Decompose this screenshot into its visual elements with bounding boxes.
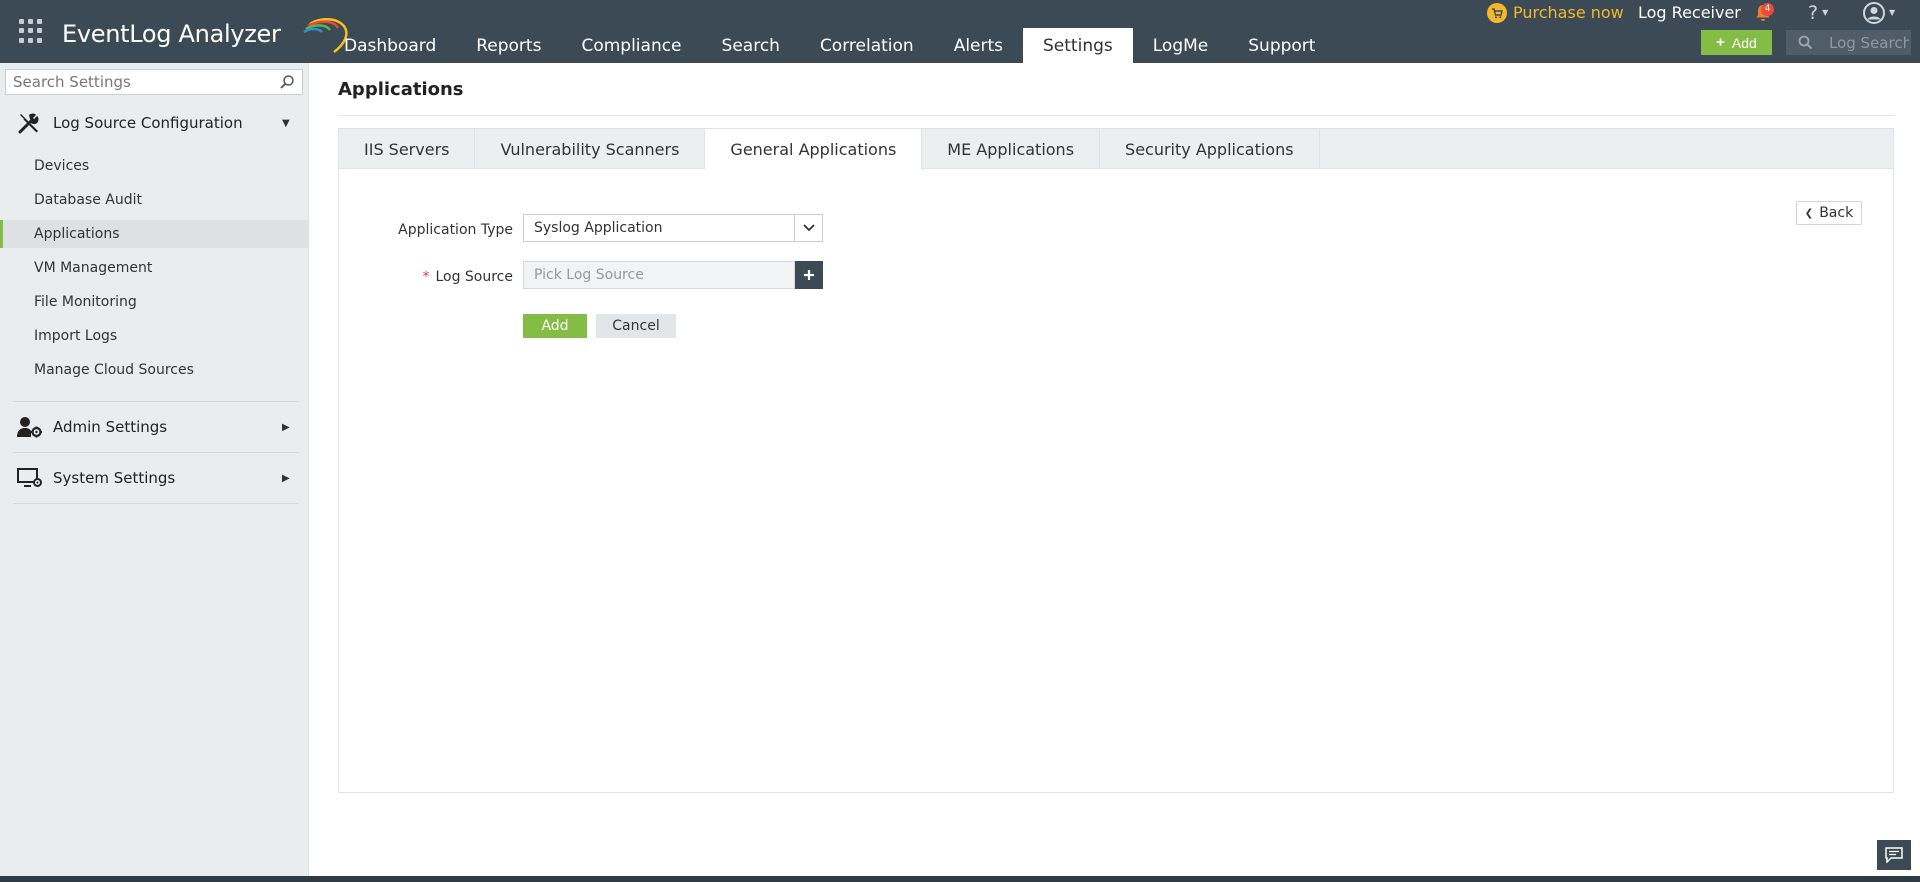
log-search-box[interactable] <box>1786 30 1911 55</box>
sidebar-group-log-source-configuration[interactable]: Log Source Configuration ▼ <box>0 98 309 148</box>
sidebar-item-devices[interactable]: Devices <box>0 152 309 180</box>
chevron-down-icon: ▼ <box>1822 8 1829 17</box>
caret-down-icon: ▼ <box>282 117 290 129</box>
back-button[interactable]: ❮ Back <box>1796 201 1862 225</box>
sidebar-group-label: System Settings <box>53 469 176 487</box>
top-bar: EventLog Analyzer Dashboard Reports Comp… <box>0 0 1920 63</box>
top-add-label: Add <box>1731 34 1757 51</box>
sidebar-item-database-audit[interactable]: Database Audit <box>0 186 309 214</box>
chevron-down-icon: ▼ <box>1889 8 1896 17</box>
settings-search-box[interactable] <box>5 69 303 95</box>
monitor-gear-icon <box>17 468 42 487</box>
sidebar-group-admin-settings[interactable]: Admin Settings ▶ <box>0 402 309 452</box>
nav-dashboard[interactable]: Dashboard <box>324 28 456 63</box>
cancel-button[interactable]: Cancel <box>596 314 676 338</box>
application-tabs: IIS Servers Vulnerability Scanners Gener… <box>339 129 1893 170</box>
tab-vulnerability-scanners[interactable]: Vulnerability Scanners <box>475 129 706 169</box>
tab-me-applications[interactable]: ME Applications <box>922 129 1101 169</box>
applications-panel: IIS Servers Vulnerability Scanners Gener… <box>338 128 1894 793</box>
help-menu[interactable]: ? ▼ <box>1808 0 1828 25</box>
sidebar-item-file-monitoring[interactable]: File Monitoring <box>0 288 309 316</box>
sidebar-item-applications[interactable]: Applications <box>0 220 309 248</box>
nav-logme[interactable]: LogMe <box>1133 28 1229 63</box>
chat-button[interactable] <box>1877 840 1911 870</box>
sidebar-group-label: Log Source Configuration <box>53 114 243 132</box>
nav-settings[interactable]: Settings <box>1023 28 1133 63</box>
tools-icon <box>18 113 39 134</box>
log-source-label-text: Log Source <box>435 269 513 285</box>
apps-grid-icon[interactable] <box>19 19 43 43</box>
plus-icon <box>804 270 814 280</box>
tab-iis-servers[interactable]: IIS Servers <box>339 129 476 169</box>
log-source-picker <box>523 261 823 289</box>
purchase-now-link[interactable]: Purchase now <box>1487 0 1624 25</box>
tab-general-applications[interactable]: General Applications <box>705 129 923 170</box>
application-type-select[interactable]: Syslog Application <box>523 214 823 242</box>
log-receiver-link[interactable]: Log Receiver <box>1638 0 1741 25</box>
page-title: Applications <box>338 79 464 100</box>
application-type-label: Application Type <box>398 222 513 238</box>
user-avatar-icon <box>1863 1 1885 24</box>
search-icon <box>1798 35 1813 50</box>
sidebar-item-import-logs[interactable]: Import Logs <box>0 322 309 350</box>
caret-right-icon: ▶ <box>282 421 290 433</box>
required-marker: * <box>422 269 430 285</box>
nav-correlation[interactable]: Correlation <box>800 28 934 63</box>
purchase-now-label: Purchase now <box>1513 3 1624 22</box>
chevron-down-icon[interactable] <box>794 215 822 241</box>
nav-alerts[interactable]: Alerts <box>934 28 1023 63</box>
chevron-left-icon: ❮ <box>1804 207 1814 219</box>
log-source-label: * Log Source <box>422 269 513 285</box>
bottom-strip <box>0 876 1920 882</box>
help-icon: ? <box>1808 1 1819 24</box>
main-nav: Dashboard Reports Compliance Search Corr… <box>324 28 1335 63</box>
nav-search[interactable]: Search <box>702 28 800 63</box>
chat-icon <box>1885 847 1903 863</box>
user-gear-icon <box>17 417 42 438</box>
application-type-value: Syslog Application <box>534 220 663 236</box>
title-divider <box>338 115 1894 116</box>
settings-search-input[interactable] <box>6 70 279 94</box>
add-button[interactable]: Add <box>523 314 587 338</box>
nav-reports[interactable]: Reports <box>456 28 561 63</box>
top-add-button[interactable]: + Add <box>1701 30 1772 55</box>
sidebar-group-system-settings[interactable]: System Settings ▶ <box>0 453 309 503</box>
add-log-source-button[interactable] <box>795 261 823 289</box>
log-search-input[interactable] <box>1829 33 1909 52</box>
nav-support[interactable]: Support <box>1228 28 1335 63</box>
settings-sidebar: Log Source Configuration ▼ Devices Datab… <box>0 63 309 876</box>
sidebar-group-label: Admin Settings <box>53 418 168 436</box>
sidebar-item-vm-management[interactable]: VM Management <box>0 254 309 282</box>
nav-compliance[interactable]: Compliance <box>561 28 701 63</box>
back-label: Back <box>1819 205 1854 221</box>
cart-icon <box>1487 2 1507 23</box>
app-logo[interactable]: EventLog Analyzer <box>62 17 348 53</box>
log-source-input[interactable] <box>523 261 795 289</box>
sidebar-item-manage-cloud-sources[interactable]: Manage Cloud Sources <box>0 356 309 384</box>
caret-right-icon: ▶ <box>282 472 290 484</box>
notification-count-badge: 4 <box>1761 3 1774 16</box>
sidebar-divider <box>13 503 298 504</box>
user-menu[interactable]: ▼ <box>1863 0 1895 25</box>
tab-security-applications[interactable]: Security Applications <box>1100 129 1320 169</box>
plus-icon: + <box>1716 34 1725 51</box>
search-icon[interactable] <box>279 74 295 90</box>
